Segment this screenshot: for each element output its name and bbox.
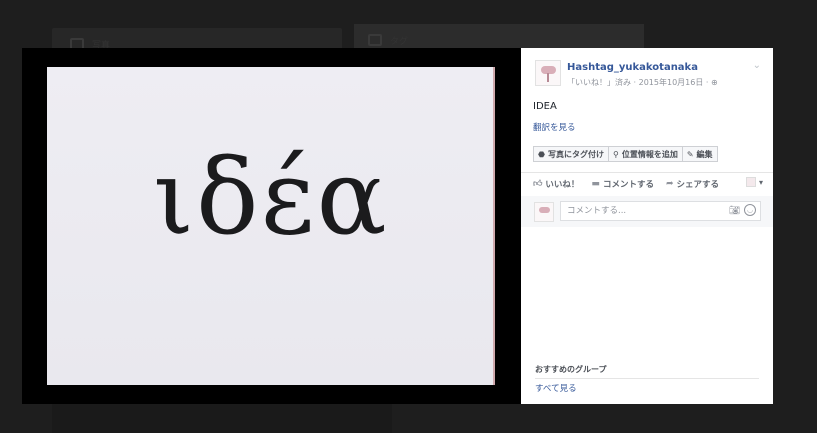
edit-button[interactable]: ✎ 編集 (681, 146, 718, 162)
photo-stage[interactable]: ιδέα (22, 48, 521, 404)
share-button[interactable]: ➦ シェアする (666, 178, 719, 190)
location-pin-icon: ⚲ (612, 149, 619, 159)
add-location-button[interactable]: ⚲ 位置情報を追加 (607, 146, 683, 162)
thumbs-up-icon: 👍︎ (533, 179, 543, 189)
avatar (745, 177, 756, 187)
post-sidebar: Hashtag_yukakotanaka 「いいね！」済み · 2015年10月… (521, 48, 773, 404)
divider (535, 378, 759, 379)
photo-icon (368, 34, 382, 46)
add-location-label: 位置情報を追加 (621, 149, 678, 159)
photo[interactable]: ιδέα (47, 67, 495, 385)
edit-label: 編集 (696, 149, 713, 159)
comment-icon: ▬ (591, 179, 600, 189)
photo-word: ιδέα (153, 136, 389, 258)
caret-down-icon: ▾ (758, 177, 763, 187)
reaction-bar: 👍︎ いいね！ ▬ コメントする ➦ シェアする ▾ (533, 177, 763, 191)
pencil-icon: ✎ (686, 149, 694, 159)
camera-icon[interactable]: 📷︎ (729, 206, 740, 216)
post-meta-text: 「いいね！」済み · 2015年10月16日 · (567, 78, 709, 87)
chevron-down-icon[interactable]: ⌄ (753, 60, 761, 71)
post-meta: 「いいね！」済み · 2015年10月16日 · ⊕ (567, 77, 718, 88)
actor-selector[interactable]: ▾ (745, 177, 763, 187)
avatar[interactable] (535, 60, 561, 86)
globe-icon: ⊕ (710, 78, 718, 87)
comment-button[interactable]: ▬ コメントする (591, 178, 654, 190)
like-button[interactable]: 👍︎ いいね！ (533, 178, 579, 190)
comment-composer: 📷︎ ◡ (521, 196, 773, 227)
translate-link[interactable]: 翻訳を見る (533, 121, 576, 133)
comment-label: コメントする (602, 180, 654, 190)
share-label: シェアする (676, 180, 720, 190)
background-card-label: タグ (390, 37, 409, 47)
tag-icon: ⬣ (538, 149, 545, 159)
author-name[interactable]: Hashtag_yukakotanaka (567, 62, 698, 73)
avatar (534, 202, 554, 222)
share-icon: ➦ (665, 179, 674, 189)
suggested-groups-heading: おすすめのグループ (535, 365, 607, 374)
emoji-icon[interactable]: ◡ (744, 204, 756, 216)
tag-photo-label: 写真にタグ付け (547, 149, 604, 159)
author-row: Hashtag_yukakotanaka 「いいね！」済み · 2015年10月… (535, 60, 763, 94)
like-label: いいね！ (545, 180, 580, 190)
photo-viewer: ιδέα Hashtag_yukakotanaka 「いいね！」済み · 201… (22, 48, 773, 404)
post-caption: IDEA (533, 101, 557, 112)
divider (521, 172, 773, 173)
see-all-link[interactable]: すべて見る (535, 382, 577, 394)
tag-photo-button[interactable]: ⬣ 写真にタグ付け (533, 146, 609, 162)
photo-action-buttons: ⬣ 写真にタグ付け ⚲ 位置情報を追加 ✎ 編集 (533, 146, 718, 162)
background-strip (52, 404, 392, 433)
